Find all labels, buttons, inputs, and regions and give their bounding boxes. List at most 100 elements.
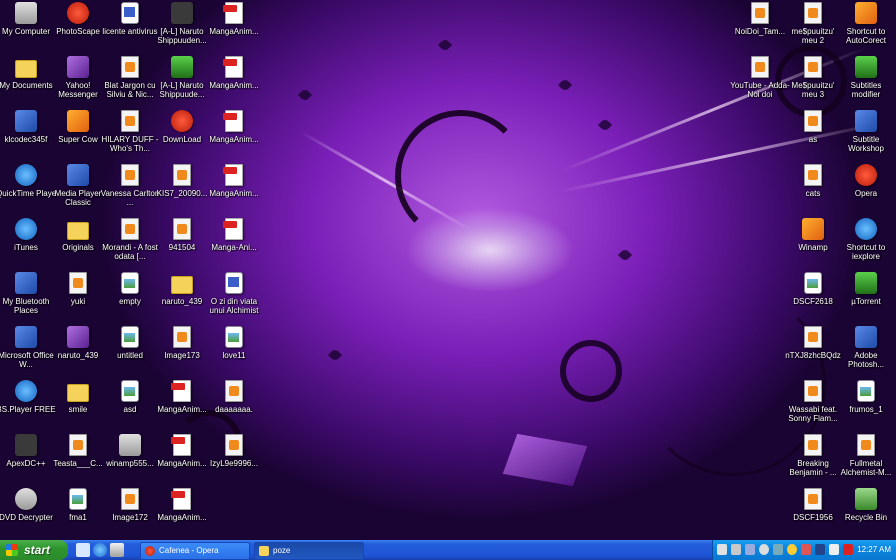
desktop-icon-mespuuitzu-3[interactable]: Me$puuitzu' meu 3 — [783, 56, 843, 108]
desktop-icon-naruto-439-folder[interactable]: naruto_439 — [152, 272, 212, 324]
clock[interactable]: 12:27 AM — [857, 540, 891, 560]
ie-icon[interactable] — [93, 543, 107, 557]
tray-app-icon[interactable] — [773, 544, 783, 555]
desktop-icon-youtube-adda[interactable]: YouTube - Adda-Noi doi — [730, 56, 790, 108]
desktop-icon-originals[interactable]: Originals — [48, 218, 108, 270]
desktop-icon-photoshop[interactable]: Adobe Photosh... — [836, 326, 896, 378]
desktop-icon-manga-ani-c5-5[interactable]: Manga-Ani... — [204, 218, 264, 270]
desktop-icon-kis7[interactable]: KIS7_20090... — [152, 164, 212, 216]
subtitle-icon — [855, 110, 877, 132]
utorrent-icon — [855, 272, 877, 294]
desktop-icon-autocorect[interactable]: Shortcut to AutoCorect — [836, 2, 896, 54]
desktop-icon-hilary-duff[interactable]: HILARY DUFF - Who's Th... — [100, 110, 160, 162]
folder-icon — [67, 222, 89, 240]
file-icon — [804, 488, 822, 510]
wallpaper-flower — [327, 347, 343, 363]
tray-network-icon[interactable] — [745, 544, 755, 555]
desktop-icon-as[interactable]: as — [783, 110, 843, 162]
yahoo-icon — [67, 56, 89, 78]
image-icon — [121, 272, 139, 294]
tray-app-icon[interactable] — [731, 544, 741, 555]
photoshop-icon — [855, 326, 877, 348]
tray-volume-icon[interactable] — [759, 544, 769, 555]
desktop-icon-manga-anim-c5-2[interactable]: MangaAnim... — [204, 56, 264, 108]
desktop-icon-yahoo[interactable]: Yahoo! Messenger — [48, 56, 108, 108]
desktop-icon-empty[interactable]: empty — [100, 272, 160, 324]
desktop-icon-dscf2618[interactable]: DSCF2618 — [783, 272, 843, 324]
app-icon — [67, 110, 89, 132]
desktop-icon-manga-anim-c4-1[interactable]: MangaAnim... — [152, 380, 212, 432]
desktop-icon-media-player-classic[interactable]: Media Player Classic — [48, 164, 108, 216]
desktop-icon-opera[interactable]: Opera — [836, 164, 896, 216]
desktop-icon-iexplore[interactable]: Shortcut to iexplore — [836, 218, 896, 270]
desktop-icon-941504[interactable]: 941504 — [152, 218, 212, 270]
desktop-icon-asd[interactable]: asd — [100, 380, 160, 432]
media-player-icon[interactable] — [110, 543, 124, 557]
desktop-icon-recycle-bin[interactable]: Recycle Bin — [836, 488, 896, 540]
desktop-icon-download[interactable]: DownLoad — [152, 110, 212, 162]
desktop-icon-blat-jargon[interactable]: Blat Jargon cu Silviu & Nic... — [100, 56, 160, 108]
tray-app-icon[interactable] — [829, 544, 839, 555]
desktop-icon-teasta[interactable]: Teasta___C... — [48, 434, 108, 486]
desktop-icon-naruto-video[interactable]: [A-L] Naruto Shippuuden... — [152, 2, 212, 54]
desktop-icon-subtitle-workshop[interactable]: Subtitle Workshop — [836, 110, 896, 162]
desktop-icon-untitled[interactable]: untitled — [100, 326, 160, 378]
desktop-icon-manga-anim-c5-4[interactable]: MangaAnim... — [204, 164, 264, 216]
desktop-icon-image173[interactable]: Image173 — [152, 326, 212, 378]
apexdc-icon — [15, 434, 37, 456]
desktop-icon-fma1[interactable]: fma1 — [48, 488, 108, 540]
opera-icon — [145, 546, 155, 556]
desktop-icon-o-zi-din-viata[interactable]: O zi din viata unui Alchimist — [204, 272, 264, 324]
desktop-icon-mespuuitzu-2[interactable]: me$puuitzu' meu 2 — [783, 2, 843, 54]
desktop-icon-licente-antivirus[interactable]: licente antivirus — [100, 2, 160, 54]
desktop-icon-photoscape[interactable]: PhotoScape — [48, 2, 108, 54]
start-button[interactable]: start — [0, 540, 68, 560]
desktop-icon-fullmetal-alchemist[interactable]: Fullmetal Alchemist-M... — [836, 434, 896, 486]
desktop-icon-super-cow[interactable]: Super Cow — [48, 110, 108, 162]
wallpaper-flower — [297, 87, 313, 103]
tray-antivirus-icon[interactable] — [843, 544, 853, 555]
desktop-icon-utorrent[interactable]: µTorrent — [836, 272, 896, 324]
pdf-icon — [223, 164, 243, 186]
bsplayer-icon — [15, 380, 37, 402]
task-opera[interactable]: Cafenea - Opera — [140, 542, 250, 560]
desktop-icon-winamp[interactable]: Winamp — [783, 218, 843, 270]
file-icon — [751, 2, 769, 24]
tray-app-icon[interactable] — [801, 544, 811, 555]
desktop-icon-breaking-benjamin[interactable]: Breaking Benjamin - ... — [783, 434, 843, 486]
desktop-icon-winamp-installer[interactable]: winamp555... — [100, 434, 160, 486]
desktop-icon-image172[interactable]: Image172 — [100, 488, 160, 540]
desktop-icon-cats[interactable]: cats — [783, 164, 843, 216]
desktop-icon-love11[interactable]: love11 — [204, 326, 264, 378]
file-icon — [121, 110, 139, 132]
desktop-icon-noidoi[interactable]: NoiDoi_Tam... — [730, 2, 790, 54]
desktop-icon-subtitles-modifier[interactable]: Subtitles modifier — [836, 56, 896, 108]
file-icon — [804, 2, 822, 24]
desktop-icon-dscf1956[interactable]: DSCF1956 — [783, 488, 843, 540]
desktop-icon-izyl9e9996[interactable]: IzyL9e9996... — [204, 434, 264, 486]
desktop-icon-vanessa-carlton[interactable]: Vanessa Carlton ... — [100, 164, 160, 216]
windows-flag-icon — [6, 544, 18, 556]
file-icon — [121, 164, 139, 186]
desktop-icon-smile[interactable]: smile — [48, 380, 108, 432]
show-desktop-icon[interactable] — [76, 543, 90, 557]
tray-bluetooth-icon[interactable] — [815, 544, 825, 555]
desktop-icon-naruto-subtitle[interactable]: [A-L] Naruto Shippuude... — [152, 56, 212, 108]
desktop-icon-wassabi[interactable]: Wassabi feat. Sonny Flam... — [783, 380, 843, 432]
desktop-icon-manga-anim-c5-3[interactable]: MangaAnim... — [204, 110, 264, 162]
desktop-icon-ntxj8zhcbqdz[interactable]: nTXJ8zhcBQdz — [783, 326, 843, 378]
documents-icon — [15, 60, 37, 78]
desktop-icon-manga-anim-c4-2[interactable]: MangaAnim... — [152, 434, 212, 486]
task-poze[interactable]: poze — [254, 542, 364, 560]
subtitle-icon — [855, 56, 877, 78]
tray-messenger-icon[interactable] — [787, 544, 797, 555]
desktop-icon-naruto-439-archive[interactable]: naruto_439 — [48, 326, 108, 378]
desktop-icon-manga-anim-c5-1[interactable]: MangaAnim... — [204, 2, 264, 54]
desktop-icon-manga-anim-c4-3[interactable]: MangaAnim... — [152, 488, 212, 540]
tray-arrow-icon[interactable] — [717, 544, 727, 555]
desktop-icon-morandi[interactable]: Morandi - A fost odata [... — [100, 218, 160, 270]
itunes-icon — [15, 218, 37, 240]
desktop-icon-frumos-1[interactable]: frumos_1 — [836, 380, 896, 432]
desktop-icon-daaaaaaa[interactable]: daaaaaaa. — [204, 380, 264, 432]
desktop-icon-yuki[interactable]: yuki — [48, 272, 108, 324]
